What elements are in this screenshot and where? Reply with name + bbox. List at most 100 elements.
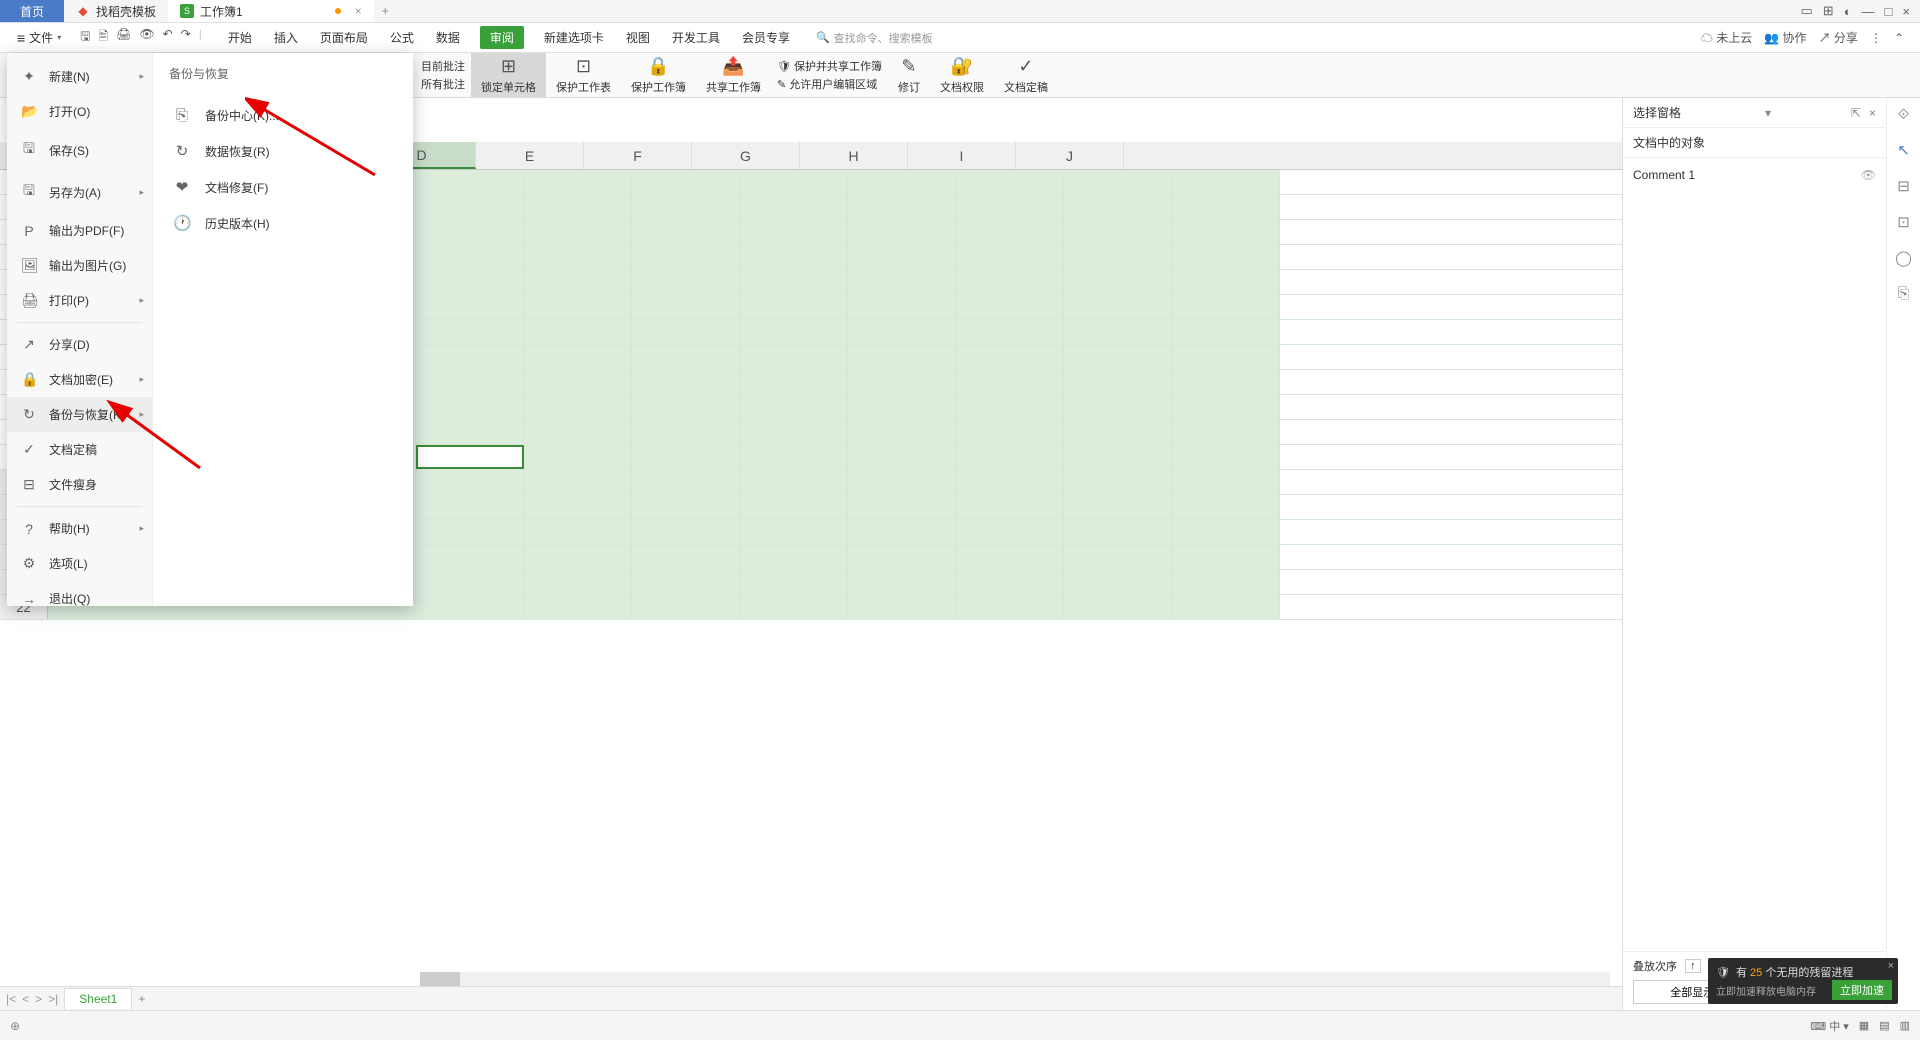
redo-icon[interactable]: ↷ xyxy=(181,27,191,48)
maximize-icon[interactable]: □ xyxy=(1885,4,1893,19)
cell[interactable] xyxy=(416,545,524,569)
cell[interactable] xyxy=(416,295,524,319)
cell[interactable] xyxy=(416,170,524,194)
cell[interactable] xyxy=(1064,520,1172,544)
file-menu-button[interactable]: ≡ 文件 ▾ xyxy=(10,26,68,49)
cell[interactable] xyxy=(848,445,956,469)
cell[interactable] xyxy=(1064,595,1172,619)
cell[interactable] xyxy=(848,545,956,569)
cell[interactable] xyxy=(416,595,524,619)
cell[interactable] xyxy=(956,470,1064,494)
backup-icon[interactable]: ⎘ xyxy=(1897,285,1909,302)
select-icon[interactable]: ↖ xyxy=(1897,141,1910,159)
cell[interactable] xyxy=(1172,320,1280,344)
col-header-I[interactable]: I xyxy=(908,142,1016,169)
doc-perm-button[interactable]: 🔐 文档权限 xyxy=(930,53,994,97)
cell[interactable] xyxy=(740,545,848,569)
col-header-J[interactable]: J xyxy=(1016,142,1124,169)
cell[interactable] xyxy=(1064,445,1172,469)
layout-icon[interactable]: ▭ xyxy=(1800,3,1812,19)
cell[interactable] xyxy=(740,320,848,344)
cell[interactable] xyxy=(524,595,632,619)
collapse-icon[interactable]: ⌃ xyxy=(1894,31,1904,45)
cell[interactable] xyxy=(524,245,632,269)
cell[interactable] xyxy=(1064,420,1172,444)
cell[interactable] xyxy=(416,570,524,594)
cell[interactable] xyxy=(956,245,1064,269)
tab-view[interactable]: 视图 xyxy=(624,26,652,49)
cell[interactable] xyxy=(416,245,524,269)
cell[interactable] xyxy=(1172,345,1280,369)
submenu-item[interactable]: ↻数据恢复(R) xyxy=(169,133,397,169)
revision-button[interactable]: ✎ 修订 xyxy=(888,53,930,97)
lock-cell-button[interactable]: ⊞ 锁定单元格 xyxy=(471,53,546,97)
cell[interactable] xyxy=(956,220,1064,244)
cloud-status[interactable]: ☁ 未上云 xyxy=(1701,29,1752,46)
cell[interactable] xyxy=(1064,495,1172,519)
cell[interactable] xyxy=(740,420,848,444)
tab-review[interactable]: 审阅 xyxy=(480,26,524,49)
file-menu-item[interactable]: ↗分享(D) xyxy=(7,327,152,362)
col-header-H[interactable]: H xyxy=(800,142,908,169)
cell[interactable] xyxy=(1172,370,1280,394)
cell[interactable] xyxy=(1064,320,1172,344)
file-menu-item[interactable]: ↻备份与恢复(K)▸ xyxy=(7,397,152,432)
tab-page-layout[interactable]: 页面布局 xyxy=(318,26,370,49)
cell[interactable] xyxy=(1172,295,1280,319)
cell[interactable] xyxy=(524,320,632,344)
current-comment[interactable]: 目前批注 xyxy=(421,58,465,74)
cell[interactable] xyxy=(1064,345,1172,369)
cell[interactable] xyxy=(416,520,524,544)
accelerate-button[interactable]: 立即加速 xyxy=(1832,980,1892,1000)
cell[interactable] xyxy=(1172,420,1280,444)
save-icon[interactable]: 🖫 xyxy=(80,27,90,48)
undo-icon[interactable]: ↶ xyxy=(163,27,173,48)
cell[interactable] xyxy=(956,195,1064,219)
cell[interactable] xyxy=(740,595,848,619)
cell[interactable] xyxy=(416,270,524,294)
cell[interactable] xyxy=(416,445,524,469)
view-break-icon[interactable]: ▥ xyxy=(1900,1019,1910,1032)
protect-sheet-button[interactable]: ⊡ 保护工作表 xyxy=(546,53,621,97)
preview-icon[interactable]: 👁 xyxy=(139,27,154,48)
cell[interactable] xyxy=(1064,195,1172,219)
visibility-icon[interactable]: 👁 xyxy=(1861,168,1876,182)
file-menu-item[interactable]: 📂打开(O) xyxy=(7,94,152,129)
cell[interactable] xyxy=(1064,270,1172,294)
cell[interactable] xyxy=(632,420,740,444)
notif-close-icon[interactable]: × xyxy=(1888,960,1894,972)
col-header-F[interactable]: F xyxy=(584,142,692,169)
input-mode-icon[interactable]: ⌨ 中 ▾ xyxy=(1810,1018,1849,1034)
tab-member[interactable]: 会员专享 xyxy=(740,26,792,49)
view-normal-icon[interactable]: ▦ xyxy=(1859,1019,1869,1032)
cell[interactable] xyxy=(632,245,740,269)
col-header-G[interactable]: G xyxy=(692,142,800,169)
search-input[interactable]: 🔍 查找命令、搜索模板 xyxy=(816,30,933,46)
settings-icon[interactable]: ◯ xyxy=(1895,249,1912,267)
tab-insert[interactable]: 插入 xyxy=(272,26,300,49)
cell[interactable] xyxy=(632,170,740,194)
cell[interactable] xyxy=(632,520,740,544)
cell[interactable] xyxy=(632,395,740,419)
cell[interactable] xyxy=(524,195,632,219)
cell[interactable] xyxy=(956,270,1064,294)
cell[interactable] xyxy=(416,370,524,394)
record-icon[interactable]: ⊕ xyxy=(10,1019,20,1033)
cell[interactable] xyxy=(632,270,740,294)
cell[interactable] xyxy=(956,545,1064,569)
share-button[interactable]: ↗ 分享 xyxy=(1819,29,1858,46)
cell[interactable] xyxy=(1064,170,1172,194)
tab-home[interactable]: 首页 xyxy=(0,0,64,22)
cell[interactable] xyxy=(740,245,848,269)
cell[interactable] xyxy=(956,345,1064,369)
cell[interactable] xyxy=(632,495,740,519)
protect-share[interactable]: 🛡 保护并共享工作簿 xyxy=(777,58,882,74)
sheet-nav-next-icon[interactable]: > xyxy=(35,992,42,1006)
close-window-icon[interactable]: × xyxy=(1902,4,1910,19)
cell[interactable] xyxy=(740,270,848,294)
cell[interactable] xyxy=(1172,170,1280,194)
sheet-tab-1[interactable]: Sheet1 xyxy=(64,988,132,1009)
cell[interactable] xyxy=(632,345,740,369)
cell[interactable] xyxy=(740,570,848,594)
cell[interactable] xyxy=(524,170,632,194)
